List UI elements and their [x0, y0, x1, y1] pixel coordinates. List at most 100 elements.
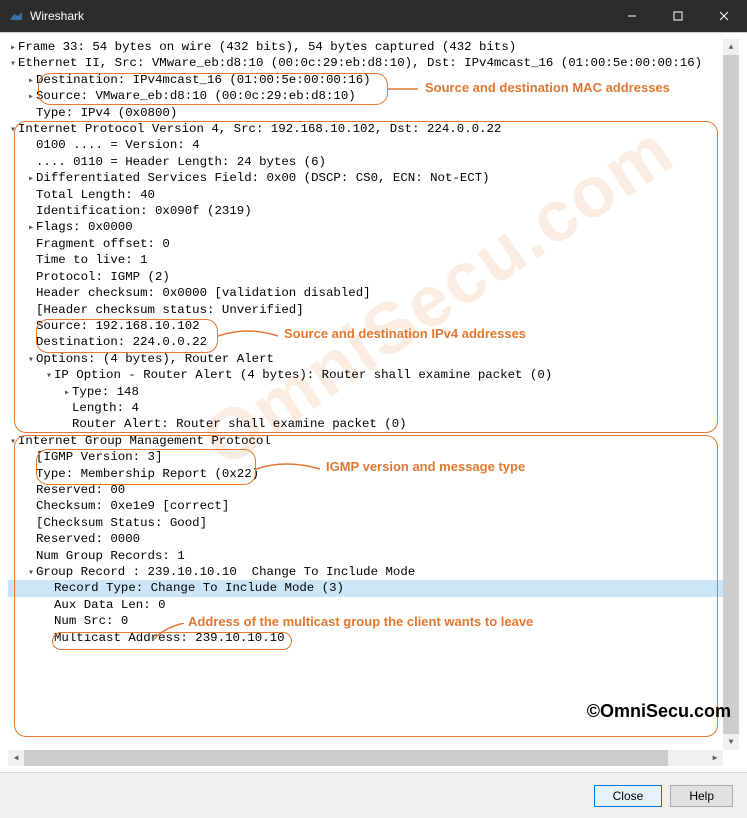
tree-item[interactable]: ▸Destination: IPv4mcast_16 (01:00:5e:00:…: [8, 72, 723, 88]
tree-item-text: [IGMP Version: 3]: [36, 449, 162, 465]
tree-item[interactable]: ▾Ethernet II, Src: VMware_eb:d8:10 (00:0…: [8, 55, 723, 71]
tree-item[interactable]: ▸Differentiated Services Field: 0x00 (DS…: [8, 170, 723, 186]
tree-item-text: Reserved: 0000: [36, 531, 140, 547]
tree-item[interactable]: Multicast Address: 239.10.10.10: [8, 630, 723, 646]
tree-item[interactable]: Reserved: 0000: [8, 531, 723, 547]
packet-details-tree[interactable]: ▸Frame 33: 54 bytes on wire (432 bits), …: [8, 39, 723, 750]
tree-item[interactable]: ▾Group Record : 239.10.10.10 Change To I…: [8, 564, 723, 580]
tree-item[interactable]: Header checksum: 0x0000 [validation disa…: [8, 285, 723, 301]
close-button[interactable]: Close: [594, 785, 663, 807]
scroll-right-button[interactable]: ▶: [707, 750, 723, 766]
tree-item-text: Multicast Address: 239.10.10.10: [54, 630, 285, 646]
tree-item-text: Flags: 0x0000: [36, 219, 133, 235]
tree-item[interactable]: ▾IP Option - Router Alert (4 bytes): Rou…: [8, 367, 723, 383]
tree-item[interactable]: Num Group Records: 1: [8, 548, 723, 564]
minimize-button[interactable]: [609, 0, 655, 32]
tree-item[interactable]: ▾Options: (4 bytes), Router Alert: [8, 351, 723, 367]
expand-arrow-open-icon[interactable]: ▾: [26, 353, 36, 369]
expand-arrow-open-icon[interactable]: ▾: [44, 369, 54, 385]
tree-item-text: IP Option - Router Alert (4 bytes): Rout…: [54, 367, 552, 383]
vertical-scrollbar[interactable]: ▲ ▼: [723, 39, 739, 750]
tree-item-text: Destination: 224.0.0.22: [36, 334, 207, 350]
tree-item[interactable]: Checksum: 0xe1e9 [correct]: [8, 498, 723, 514]
tree-item-text: Source: 192.168.10.102: [36, 318, 200, 334]
expand-arrow-closed-icon[interactable]: ▸: [26, 90, 36, 106]
title-bar: Wireshark: [0, 0, 747, 32]
tree-item-text: Protocol: IGMP (2): [36, 269, 170, 285]
expand-arrow-closed-icon[interactable]: ▸: [8, 41, 18, 57]
expand-arrow-open-icon[interactable]: ▾: [8, 435, 18, 451]
scroll-up-button[interactable]: ▲: [723, 39, 739, 55]
tree-item[interactable]: Destination: 224.0.0.22: [8, 334, 723, 350]
tree-item-text: [Header checksum status: Unverified]: [36, 302, 304, 318]
tree-item-text: Fragment offset: 0: [36, 236, 170, 252]
tree-item[interactable]: Type: IPv4 (0x0800): [8, 105, 723, 121]
tree-item[interactable]: [IGMP Version: 3]: [8, 449, 723, 465]
tree-item[interactable]: Num Src: 0: [8, 613, 723, 629]
expand-arrow-open-icon[interactable]: ▾: [8, 57, 18, 73]
horizontal-scrollbar[interactable]: ◀ ▶: [8, 750, 723, 766]
tree-item[interactable]: Fragment offset: 0: [8, 236, 723, 252]
help-button[interactable]: Help: [670, 785, 733, 807]
tree-item-text: 0100 .... = Version: 4: [36, 137, 200, 153]
tree-item-text: Type: IPv4 (0x0800): [36, 105, 177, 121]
scroll-left-button[interactable]: ◀: [8, 750, 24, 766]
expand-arrow-closed-icon[interactable]: ▸: [26, 221, 36, 237]
tree-item[interactable]: [Header checksum status: Unverified]: [8, 302, 723, 318]
tree-item[interactable]: Router Alert: Router shall examine packe…: [8, 416, 723, 432]
tree-item[interactable]: ▸Type: 148: [8, 384, 723, 400]
scroll-down-button[interactable]: ▼: [723, 734, 739, 750]
tree-item[interactable]: Type: Membership Report (0x22): [8, 466, 723, 482]
expand-arrow-closed-icon[interactable]: ▸: [62, 386, 72, 402]
tree-item-text: Frame 33: 54 bytes on wire (432 bits), 5…: [18, 39, 516, 55]
tree-item-text: Num Group Records: 1: [36, 548, 185, 564]
footer-bar: Close Help: [0, 772, 747, 818]
tree-item[interactable]: Aux Data Len: 0: [8, 597, 723, 613]
tree-item[interactable]: Total Length: 40: [8, 187, 723, 203]
tree-item-text: Type: Membership Report (0x22): [36, 466, 259, 482]
tree-item[interactable]: ▸Frame 33: 54 bytes on wire (432 bits), …: [8, 39, 723, 55]
tree-item-text: Reserved: 00: [36, 482, 125, 498]
expand-arrow-closed-icon[interactable]: ▸: [26, 172, 36, 188]
tree-item-text: Header checksum: 0x0000 [validation disa…: [36, 285, 371, 301]
copyright-text: ©OmniSecu.com: [587, 701, 731, 722]
tree-item-text: .... 0110 = Header Length: 24 bytes (6): [36, 154, 326, 170]
tree-item[interactable]: Source: 192.168.10.102: [8, 318, 723, 334]
expand-arrow-open-icon[interactable]: ▾: [8, 123, 18, 139]
expand-arrow-open-icon[interactable]: ▾: [26, 566, 36, 582]
tree-item-text: Record Type: Change To Include Mode (3): [54, 580, 344, 596]
tree-item[interactable]: Identification: 0x090f (2319): [8, 203, 723, 219]
tree-item[interactable]: Length: 4: [8, 400, 723, 416]
close-window-button[interactable]: [701, 0, 747, 32]
tree-item[interactable]: Record Type: Change To Include Mode (3): [8, 580, 723, 596]
tree-item-text: Group Record : 239.10.10.10 Change To In…: [36, 564, 415, 580]
tree-item-text: Destination: IPv4mcast_16 (01:00:5e:00:0…: [36, 72, 371, 88]
tree-item[interactable]: ▾Internet Group Management Protocol: [8, 433, 723, 449]
expand-arrow-closed-icon[interactable]: ▸: [26, 74, 36, 90]
horizontal-scroll-thumb[interactable]: [24, 750, 668, 766]
maximize-button[interactable]: [655, 0, 701, 32]
tree-item[interactable]: Time to live: 1: [8, 252, 723, 268]
tree-item-text: Identification: 0x090f (2319): [36, 203, 252, 219]
tree-item-text: Aux Data Len: 0: [54, 597, 166, 613]
content-area: OmniSecu.com ▸Frame 33: 54 bytes on wire…: [0, 32, 747, 772]
tree-item-text: Total Length: 40: [36, 187, 155, 203]
tree-item[interactable]: 0100 .... = Version: 4: [8, 137, 723, 153]
tree-item-text: Router Alert: Router shall examine packe…: [72, 416, 407, 432]
tree-item[interactable]: .... 0110 = Header Length: 24 bytes (6): [8, 154, 723, 170]
vertical-scroll-thumb[interactable]: [723, 55, 739, 734]
tree-item[interactable]: ▸Source: VMware_eb:d8:10 (00:0c:29:eb:d8…: [8, 88, 723, 104]
tree-item-text: Differentiated Services Field: 0x00 (DSC…: [36, 170, 490, 186]
tree-item[interactable]: Protocol: IGMP (2): [8, 269, 723, 285]
tree-item-text: Ethernet II, Src: VMware_eb:d8:10 (00:0c…: [18, 55, 702, 71]
tree-item-text: Internet Group Management Protocol: [18, 433, 271, 449]
tree-item[interactable]: ▸Flags: 0x0000: [8, 219, 723, 235]
tree-item-text: [Checksum Status: Good]: [36, 515, 207, 531]
tree-item-text: Num Src: 0: [54, 613, 128, 629]
tree-item[interactable]: ▾Internet Protocol Version 4, Src: 192.1…: [8, 121, 723, 137]
tree-item-text: Source: VMware_eb:d8:10 (00:0c:29:eb:d8:…: [36, 88, 356, 104]
tree-item[interactable]: Reserved: 00: [8, 482, 723, 498]
tree-item-text: Internet Protocol Version 4, Src: 192.16…: [18, 121, 501, 137]
tree-item[interactable]: [Checksum Status: Good]: [8, 515, 723, 531]
app-icon: [8, 8, 24, 24]
